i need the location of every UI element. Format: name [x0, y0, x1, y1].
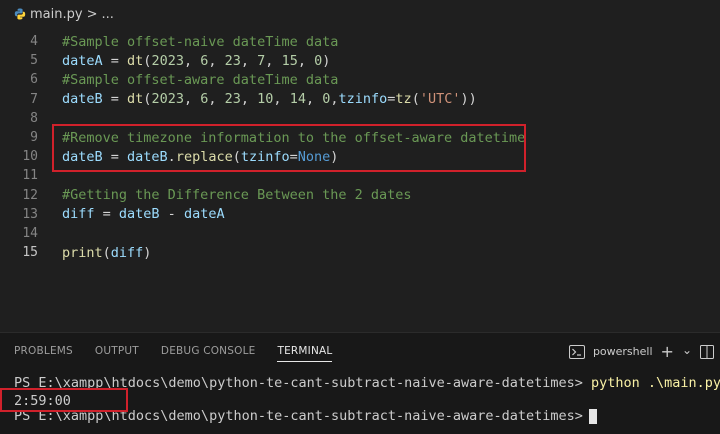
chevron-down-icon[interactable]: ⌄	[682, 343, 692, 357]
code-token: ,	[240, 91, 258, 108]
panel-actions: powershell + ⌄	[568, 342, 714, 361]
tab-problems[interactable]: PROBLEMS	[14, 345, 73, 362]
code-token: ,	[183, 52, 201, 69]
code-token: ))	[460, 91, 477, 108]
code-token: (	[143, 52, 152, 69]
split-terminal-icon[interactable]	[700, 344, 714, 359]
code-token: dt	[127, 52, 144, 69]
code-token: ,	[183, 91, 201, 108]
code-token: ,	[305, 91, 323, 108]
code-token: ,	[208, 91, 225, 108]
highlight-box-editor	[52, 124, 526, 172]
line-number: 10	[22, 149, 38, 165]
line-number: 13	[22, 206, 38, 222]
code-token: ,	[208, 52, 225, 69]
code-token: 2023	[151, 91, 184, 108]
code-token: 2023	[151, 52, 184, 69]
terminal-cursor	[588, 408, 597, 424]
code-token: (	[102, 244, 111, 261]
editor-area[interactable]: main.py > ... 4 #Sample offset-naive date…	[0, 0, 720, 332]
tab-debug-console[interactable]: DEBUG CONSOLE	[161, 345, 256, 362]
code-line[interactable]: 15 print(diff)	[0, 243, 720, 262]
code-token: 6	[200, 52, 209, 69]
code-token: =	[102, 52, 128, 69]
code-token: diff	[110, 244, 144, 261]
code-token: tz	[395, 91, 412, 108]
code-token: )	[143, 244, 152, 261]
terminal-command: python .\main.py	[590, 375, 720, 391]
tab-terminal[interactable]: TERMINAL	[277, 345, 333, 362]
code-token: ,	[297, 52, 315, 69]
code-line[interactable]: 12 #Getting the Difference Between the 2 …	[0, 186, 720, 205]
code-token: dateB	[62, 91, 103, 108]
code-line[interactable]: 13 diff = dateB - dateA	[0, 205, 720, 224]
bottom-panel: PROBLEMS OUTPUT DEBUG CONSOLE TERMINAL p…	[0, 332, 720, 434]
line-number: 15	[22, 245, 38, 261]
code-line[interactable]: 4 #Sample offset-naive dateTime data	[0, 32, 720, 51]
code-token: 0	[322, 91, 331, 108]
breadcrumb: main.py > ...	[14, 5, 114, 23]
code-token: =	[387, 91, 396, 108]
code-token: diff	[62, 206, 95, 223]
line-number: 5	[30, 53, 38, 69]
code-token: 6	[200, 91, 209, 108]
line-number: 9	[30, 130, 38, 145]
code-token: )	[322, 52, 331, 69]
code-line[interactable]: 6 #Sample offset-aware dateTime data	[0, 70, 720, 89]
code-token: (	[143, 91, 152, 108]
code-token: ,	[265, 52, 282, 69]
code-token: 15	[281, 52, 298, 69]
code-token: dateA	[62, 52, 103, 69]
code-line[interactable]: 5 dateA = dt(2023, 6, 23, 7, 15, 0)	[0, 51, 720, 70]
code-token: ,	[240, 52, 258, 69]
line-number: 8	[30, 110, 38, 126]
line-number: 6	[30, 72, 38, 88]
code-token: 23	[224, 91, 241, 108]
python-file-icon	[14, 8, 26, 20]
panel-tabs: PROBLEMS OUTPUT DEBUG CONSOLE TERMINAL	[14, 345, 333, 362]
code-token: ,	[330, 91, 339, 108]
code-token: dateA	[183, 206, 225, 223]
code-token: (	[411, 91, 420, 108]
code-token: =	[94, 206, 119, 223]
code-token: dateB	[118, 206, 160, 223]
code-token: #Sample offset-naive dateTime data	[62, 33, 339, 50]
line-number: 11	[22, 168, 38, 184]
highlight-box-output	[0, 388, 128, 412]
line-number: 12	[22, 187, 38, 203]
breadcrumb-more[interactable]: ...	[101, 7, 113, 22]
code-token: 0	[314, 52, 323, 69]
line-number: 7	[30, 91, 38, 107]
add-terminal-button[interactable]: +	[661, 342, 674, 361]
tab-output[interactable]: OUTPUT	[95, 345, 139, 362]
code-token: 10	[257, 91, 274, 108]
code-token: tzinfo	[338, 91, 388, 108]
code-token: -	[159, 206, 184, 223]
code-line[interactable]: 7 dateB = dt(2023, 6, 23, 10, 14, 0, tzinf…	[0, 90, 720, 109]
breadcrumb-file[interactable]: main.py	[30, 7, 83, 22]
code-token: dt	[127, 91, 144, 108]
shell-label[interactable]: powershell	[593, 345, 653, 358]
code-token: 14	[289, 91, 306, 108]
code-token: =	[102, 91, 128, 108]
code-token: ,	[273, 91, 290, 108]
code-token: #Getting the Difference Between the 2 da…	[62, 187, 412, 204]
code-line[interactable]: 14	[0, 224, 720, 243]
line-number: 4	[30, 34, 38, 49]
code-token: #Sample offset-aware dateTime data	[62, 71, 339, 88]
code-token: print	[62, 244, 103, 261]
code-token: 23	[224, 52, 241, 69]
line-number: 14	[22, 226, 38, 241]
code-token: 7	[257, 52, 266, 69]
terminal-icon	[568, 344, 585, 359]
chevron-right-icon: >	[86, 6, 98, 22]
code-token: 'UTC'	[419, 91, 461, 108]
